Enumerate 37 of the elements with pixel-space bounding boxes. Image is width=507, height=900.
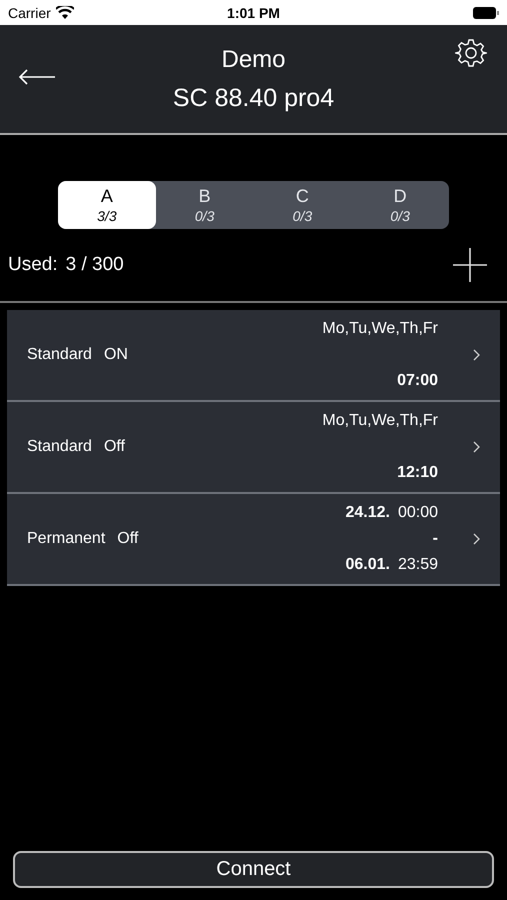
carrier-name: Carrier	[8, 4, 51, 20]
wifi-icon	[56, 6, 74, 19]
group-tab[interactable]: C 0/3	[254, 181, 352, 229]
used-label: Used:	[8, 254, 58, 276]
device-name: SC 88.40 pro4	[172, 84, 334, 112]
group-tab[interactable]: D 0/3	[351, 181, 449, 229]
schedule-state: ON	[104, 346, 128, 364]
start-date: 24.12.	[345, 504, 390, 522]
time: 12:10	[397, 464, 438, 482]
clock-time: 1:01 PM	[227, 4, 280, 20]
settings-icon[interactable]	[455, 37, 487, 69]
range-dash: -	[432, 530, 438, 548]
chevron-icon	[473, 349, 480, 361]
time: 07:00	[397, 372, 438, 390]
schedule-state: Off	[104, 438, 125, 456]
schedule-row[interactable]: Permanent Off 24.12. 00:00 - 06.01. 23:59	[7, 494, 500, 586]
schedule-row[interactable]: Standard ON Mo,Tu,We,Th,Fr 07:00	[7, 310, 500, 402]
chevron-icon	[473, 533, 480, 545]
start-time: 00:00	[398, 504, 438, 522]
back-arrow-icon[interactable]	[18, 69, 56, 85]
schedule-state: Off	[117, 530, 138, 548]
connect-button[interactable]: Connect	[13, 851, 494, 888]
weekdays: Mo,Tu,We,Th,Fr	[322, 320, 438, 338]
battery-icon	[473, 6, 499, 18]
add-icon[interactable]	[453, 248, 487, 282]
end-time: 23:59	[398, 556, 438, 574]
used-count: 3 / 300	[66, 254, 125, 276]
weekdays: Mo,Tu,We,Th,Fr	[322, 412, 438, 430]
chevron-icon	[473, 441, 480, 453]
schedule-type: Standard	[27, 438, 92, 456]
end-date: 06.01.	[345, 556, 390, 574]
schedule-row[interactable]: Standard Off Mo,Tu,We,Th,Fr 12:10	[7, 402, 500, 494]
group-tab[interactable]: B 0/3	[156, 181, 254, 229]
schedule-type: Standard	[27, 346, 92, 364]
schedule-type: Permanent	[27, 530, 106, 548]
screen-title: Demo	[221, 46, 286, 74]
group-tab[interactable]: A 3/3	[58, 181, 156, 229]
